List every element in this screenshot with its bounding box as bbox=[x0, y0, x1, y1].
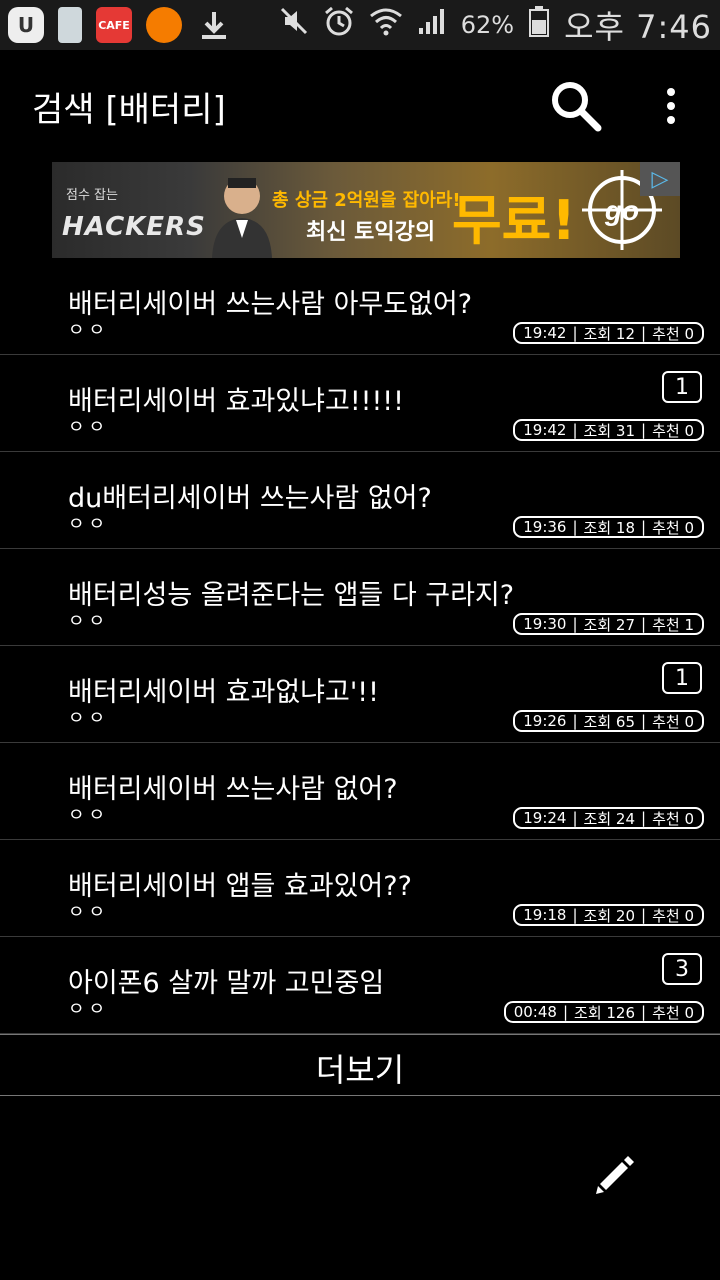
alarm-icon bbox=[323, 5, 355, 45]
mute-icon bbox=[279, 6, 309, 44]
ad-free-text: 무료! bbox=[452, 189, 576, 252]
post-meta: 00:48 | 조회 126 | 추천 0 bbox=[503, 1001, 704, 1023]
post-author: ㅇㅇ bbox=[68, 902, 110, 923]
u-app-icon: U bbox=[8, 7, 44, 43]
page-title: 검색 [배터리] bbox=[32, 90, 226, 130]
wifi-icon bbox=[369, 6, 403, 44]
comment-count-badge: 3 bbox=[662, 953, 702, 985]
list-item[interactable]: 배터리세이버 앱들 효과있어?? ㅇㅇ 19:18 | 조회 20 | 추천 0 bbox=[0, 840, 720, 937]
post-meta: 19:42 | 조회 12 | 추천 0 bbox=[513, 322, 704, 344]
load-more-button[interactable]: 더보기 bbox=[0, 1034, 720, 1096]
post-meta: 19:36 | 조회 18 | 추천 0 bbox=[513, 516, 704, 538]
phone-icon bbox=[58, 7, 82, 43]
post-author: ㅇㅇ bbox=[68, 999, 110, 1020]
post-author: ㅇㅇ bbox=[68, 611, 110, 632]
ad-subheadline: 최신 토익강의 bbox=[306, 220, 436, 245]
overflow-menu-icon bbox=[667, 88, 675, 124]
comment-count-badge: 1 bbox=[662, 662, 702, 694]
search-button[interactable] bbox=[548, 78, 606, 136]
post-title: 배터리성능 올려준다는 앱들 다 구라지? bbox=[68, 580, 515, 611]
ad-logo: HACKERS bbox=[62, 212, 206, 242]
post-title: du배터리세이버 쓰는사람 없어? bbox=[68, 483, 432, 514]
post-meta: 19:24 | 조회 24 | 추천 0 bbox=[513, 807, 704, 829]
post-title: 배터리세이버 효과없냐고'!! bbox=[68, 677, 379, 708]
svg-text:go: go bbox=[604, 195, 639, 226]
ad-banner[interactable]: 점수 잡는 HACKERS 총 상금 2억원을 잡아라! 최신 토익강의 무료!… bbox=[52, 162, 680, 258]
battery-percent: 62% bbox=[460, 11, 515, 39]
battery-icon bbox=[528, 5, 550, 45]
ad-logo-tagline: 점수 잡는 bbox=[66, 188, 118, 203]
post-list: 배터리세이버 쓰는사람 아무도없어? ㅇㅇ 19:42 | 조회 12 | 추천 0 배… bbox=[0, 258, 720, 1096]
download-icon bbox=[196, 7, 232, 43]
compose-button[interactable] bbox=[592, 1152, 638, 1198]
post-author: ㅇㅇ bbox=[68, 805, 110, 826]
post-meta: 19:18 | 조회 20 | 추천 0 bbox=[513, 904, 704, 926]
post-title: 배터리세이버 쓰는사람 아무도없어? bbox=[68, 289, 473, 320]
post-author: ㅇㅇ bbox=[68, 417, 110, 438]
overflow-menu-button[interactable] bbox=[656, 86, 686, 126]
app-bar: 검색 [배터리] bbox=[0, 50, 720, 160]
pencil-icon bbox=[596, 1156, 634, 1194]
list-item[interactable]: 배터리세이버 쓰는사람 아무도없어? ㅇㅇ 19:42 | 조회 12 | 추천 0 bbox=[0, 258, 720, 355]
post-author: ㅇㅇ bbox=[68, 514, 110, 535]
ad-headline: 총 상금 2억원을 잡아라! bbox=[272, 190, 461, 211]
post-meta: 19:42 | 조회 31 | 추천 0 bbox=[513, 419, 704, 441]
ad-choices-icon[interactable]: ▷ bbox=[640, 162, 680, 196]
list-item[interactable]: 배터리성능 올려준다는 앱들 다 구라지? ㅇㅇ 19:30 | 조회 27 | 추천 … bbox=[0, 549, 720, 646]
signal-icon bbox=[417, 6, 447, 44]
list-item[interactable]: 아이폰6 살까 말까 고민중임 ㅇㅇ 3 00:48 | 조회 126 | 추천 0 bbox=[0, 937, 720, 1034]
post-title: 배터리세이버 앱들 효과있어?? bbox=[68, 871, 412, 902]
post-author: ㅇㅇ bbox=[68, 320, 110, 341]
list-item[interactable]: 배터리세이버 효과없냐고'!! ㅇㅇ 1 19:26 | 조회 65 | 추천 0 bbox=[0, 646, 720, 743]
status-bar: U CAFE 62% 오후 7:46 bbox=[0, 0, 720, 50]
post-author: ㅇㅇ bbox=[68, 708, 110, 729]
face-app-icon bbox=[146, 7, 182, 43]
list-item[interactable]: du배터리세이버 쓰는사람 없어? ㅇㅇ 19:36 | 조회 18 | 추천 0 bbox=[0, 452, 720, 549]
list-item[interactable]: 배터리세이버 쓰는사람 없어? ㅇㅇ 19:24 | 조회 24 | 추천 0 bbox=[0, 743, 720, 840]
ad-person-image bbox=[212, 178, 272, 258]
search-icon bbox=[552, 82, 602, 132]
post-meta: 19:30 | 조회 27 | 추천 1 bbox=[513, 613, 704, 635]
load-more-label: 더보기 bbox=[315, 1051, 405, 1089]
clock: 오후 7:46 bbox=[564, 8, 712, 46]
comment-count-badge: 1 bbox=[662, 371, 702, 403]
list-item[interactable]: 배터리세이버 효과있냐고!!!!! ㅇㅇ 1 19:42 | 조회 31 | 추천 0 bbox=[0, 355, 720, 452]
post-title: 아이폰6 살까 말까 고민중임 bbox=[68, 968, 385, 999]
post-meta: 19:26 | 조회 65 | 추천 0 bbox=[513, 710, 704, 732]
cafe-icon: CAFE bbox=[96, 7, 132, 43]
post-title: 배터리세이버 쓰는사람 없어? bbox=[68, 774, 398, 805]
post-title: 배터리세이버 효과있냐고!!!!! bbox=[68, 386, 404, 417]
